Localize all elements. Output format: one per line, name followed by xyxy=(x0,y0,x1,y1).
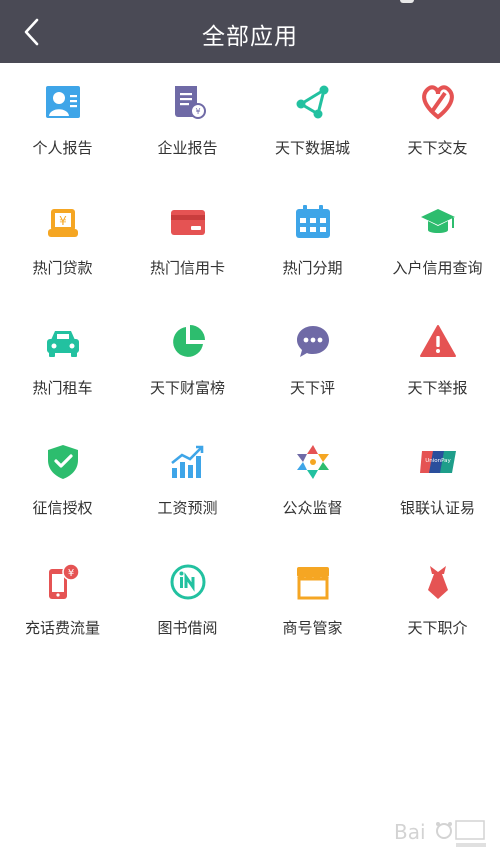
app-library-borrow[interactable]: 图书借阅 xyxy=(125,543,250,663)
graduation-cap-icon xyxy=(419,203,457,241)
app-wealth-ranking[interactable]: 天下财富榜 xyxy=(125,303,250,423)
warning-icon xyxy=(419,323,457,361)
app-phone-topup[interactable]: ¥ 充话费流量 xyxy=(0,543,125,663)
app-report-abuse[interactable]: 天下举报 xyxy=(375,303,500,423)
page-title: 全部应用 xyxy=(202,24,298,50)
app-data-city[interactable]: 天下数据城 xyxy=(250,63,375,183)
app-label: 热门分期 xyxy=(282,259,343,277)
phone-money-icon: ¥ xyxy=(44,563,82,601)
app-label: 天下评 xyxy=(289,379,335,397)
money-hand-icon: ¥ xyxy=(44,203,82,241)
storefront-icon xyxy=(294,563,332,601)
app-label: 个人报告 xyxy=(32,139,93,157)
app-label: 图书借阅 xyxy=(157,619,218,637)
document-icon: ¥ xyxy=(169,83,207,121)
app-label: 热门信用卡 xyxy=(149,259,225,277)
shield-check-icon xyxy=(44,443,82,481)
app-salary-forecast[interactable]: 工资预测 xyxy=(125,423,250,543)
app-household-credit-query[interactable]: 入户信用查询 xyxy=(375,183,500,303)
unionpay-logo-icon: UnionPay xyxy=(419,443,457,481)
app-personal-report[interactable]: 个人报告 xyxy=(0,63,125,183)
top-bar: 全部应用 xyxy=(0,0,500,63)
app-hot-loans[interactable]: ¥ 热门贷款 xyxy=(0,183,125,303)
app-company-report[interactable]: ¥ 企业报告 xyxy=(125,63,250,183)
app-row: ¥ 热门贷款 热门信用卡 热门分期 入户信用查询 xyxy=(0,183,500,303)
app-label: 热门贷款 xyxy=(32,259,93,277)
status-indicator xyxy=(400,0,414,3)
svg-text:¥: ¥ xyxy=(68,568,74,579)
app-car-rental[interactable]: 热门租车 xyxy=(0,303,125,423)
app-label: 征信授权 xyxy=(32,499,93,517)
bar-chart-trend-icon xyxy=(169,443,207,481)
app-label: 天下财富榜 xyxy=(149,379,225,397)
app-label: 热门租车 xyxy=(32,379,93,397)
chat-bubble-icon xyxy=(294,323,332,361)
app-label: 天下交友 xyxy=(407,139,468,157)
svg-text:UnionPay: UnionPay xyxy=(425,458,451,464)
svg-text:¥: ¥ xyxy=(59,214,67,228)
necktie-icon xyxy=(419,563,457,601)
share-network-icon xyxy=(294,83,332,121)
app-unionpay-verify[interactable]: UnionPay 银联认证易 xyxy=(375,423,500,543)
app-label: 工资预测 xyxy=(157,499,218,517)
car-icon xyxy=(44,323,82,361)
svg-text:Bai: Bai xyxy=(394,820,426,844)
app-row: ¥ 充话费流量 图书借阅 商号管家 天下职介 xyxy=(0,543,500,663)
app-label: 银联认证易 xyxy=(399,499,475,517)
app-row: 征信授权 工资预测 公众监督 UnionPay 银联认证易 xyxy=(0,423,500,543)
ribbon-heart-icon xyxy=(419,83,457,121)
app-label: 入户信用查询 xyxy=(392,259,483,277)
baidu-watermark-logo: Bai xyxy=(392,813,488,853)
app-grid: 个人报告 ¥ 企业报告 天下数据城 天下交友 ¥ 热门贷款 热门信用卡 热门分期… xyxy=(0,63,500,663)
app-hot-credit-card[interactable]: 热门信用卡 xyxy=(125,183,250,303)
person-report-icon xyxy=(44,83,82,121)
app-label: 充话费流量 xyxy=(24,619,100,637)
app-friends[interactable]: 天下交友 xyxy=(375,63,500,183)
book-circle-icon xyxy=(169,563,207,601)
calendar-icon xyxy=(294,203,332,241)
app-label: 天下职介 xyxy=(407,619,468,637)
app-row: 热门租车 天下财富榜 天下评 天下举报 xyxy=(0,303,500,423)
app-hot-installment[interactable]: 热门分期 xyxy=(250,183,375,303)
app-label: 商号管家 xyxy=(282,619,343,637)
app-public-supervision[interactable]: 公众监督 xyxy=(250,423,375,543)
app-row: 个人报告 ¥ 企业报告 天下数据城 天下交友 xyxy=(0,63,500,183)
app-job-agency[interactable]: 天下职介 xyxy=(375,543,500,663)
app-label: 企业报告 xyxy=(157,139,218,157)
app-reviews[interactable]: 天下评 xyxy=(250,303,375,423)
svg-text:¥: ¥ xyxy=(195,107,200,116)
credit-card-icon xyxy=(169,203,207,241)
pie-chart-icon xyxy=(169,323,207,361)
app-label: 公众监督 xyxy=(282,499,343,517)
app-label: 天下举报 xyxy=(407,379,468,397)
colorful-star-icon xyxy=(294,443,332,481)
app-store-manager[interactable]: 商号管家 xyxy=(250,543,375,663)
app-label: 天下数据城 xyxy=(274,139,350,157)
app-credit-authorization[interactable]: 征信授权 xyxy=(0,423,125,543)
